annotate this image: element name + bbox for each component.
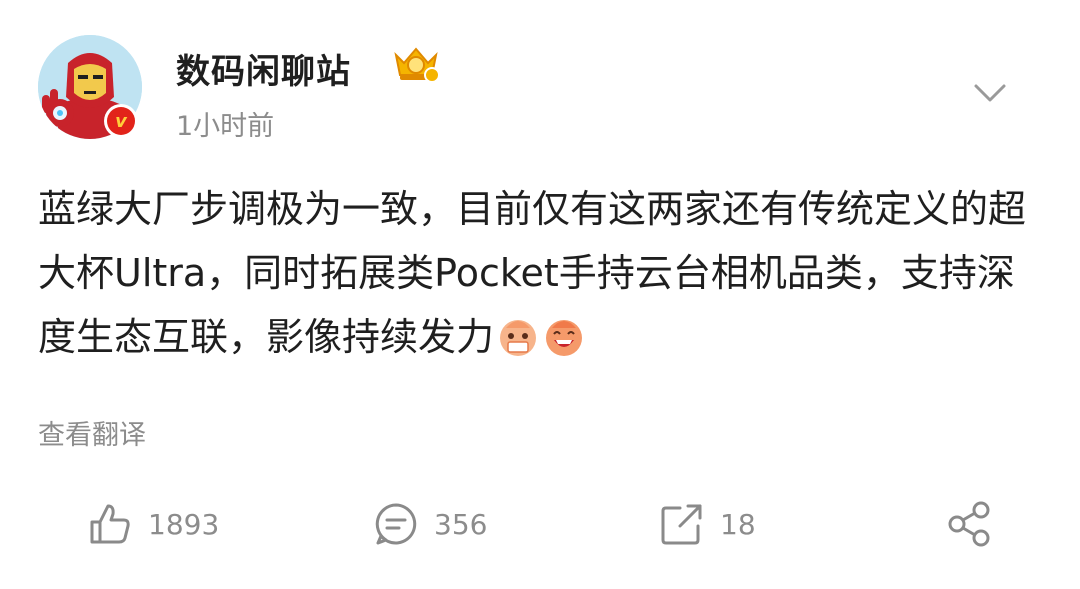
comment-button[interactable]: 356 [372,492,487,556]
comment-icon [375,503,417,545]
like-button[interactable]: 1893 [86,492,219,556]
repost-count: 18 [720,507,756,541]
action-bar: 1893 356 18 [0,492,1080,556]
chevron-down-icon[interactable] [970,78,1010,108]
verified-v-icon: v [107,107,135,135]
repost-icon [661,504,702,545]
repost-button[interactable]: 18 [658,492,756,556]
comment-count: 356 [434,507,488,541]
crown-level-icon [394,47,440,83]
like-count: 1893 [148,507,220,541]
share-icon [948,501,990,547]
username[interactable]: 数码闲聊站 [176,44,351,93]
thumbs-up-icon [90,504,130,544]
translate-link[interactable]: 查看翻译 [38,413,146,452]
laughing-emoji-icon [500,320,537,356]
laughing-emoji-icon [546,320,583,356]
post-time: 1小时前 [176,111,275,142]
verified-badge: v [104,104,138,138]
share-button[interactable] [945,492,993,556]
post-body: 蓝绿大厂步调极为一致，目前仅有这两家还有传统定义的超大杯Ultra，同时拓展类P… [38,177,1048,369]
